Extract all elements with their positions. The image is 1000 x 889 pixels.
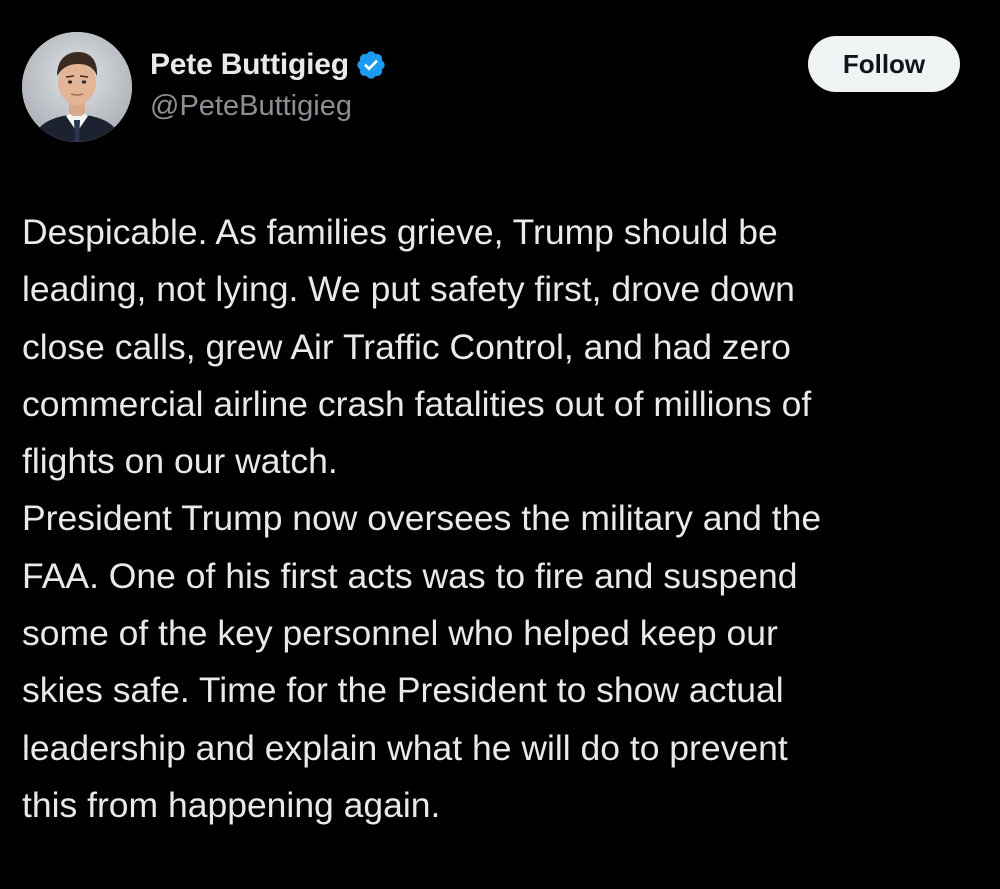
- tweet-text-line: President Trump now oversees the militar…: [22, 498, 822, 539]
- tweet-text-line: leading, not lying. We put safety first,…: [22, 269, 795, 310]
- tweet-text: Despicable. As families grieve, Trump sh…: [22, 204, 982, 834]
- tweet-text-line: Despicable. As families grieve, Trump sh…: [22, 212, 778, 252]
- tweet-text-line: some of the key personnel who helped kee…: [22, 613, 778, 654]
- tweet-card: Pete Buttigieg @PeteButtigieg Follow Des…: [0, 0, 1000, 889]
- tweet-text-line: this from happening again.: [22, 784, 441, 825]
- tweet-text-line: close calls, grew Air Traffic Control, a…: [22, 326, 791, 367]
- tweet-text-line: flights on our watch.: [22, 441, 338, 482]
- profile-photo-icon: [22, 32, 132, 142]
- tweet-text-line: commercial airline crash fatalities out …: [22, 383, 812, 424]
- tweet-header: Pete Buttigieg @PeteButtigieg Follow: [22, 32, 960, 144]
- follow-button[interactable]: Follow: [808, 36, 960, 92]
- avatar[interactable]: [22, 32, 132, 142]
- tweet-text-line: skies safe. Time for the President to sh…: [22, 670, 784, 711]
- tweet-text-line: leadership and explain what he will do t…: [22, 727, 788, 768]
- author-info: Pete Buttigieg @PeteButtigieg: [150, 44, 387, 123]
- name-row: Pete Buttigieg: [150, 44, 387, 86]
- author-handle[interactable]: @PeteButtigieg: [150, 90, 387, 123]
- verified-badge-icon[interactable]: [355, 49, 387, 81]
- tweet-text-line: FAA. One of his first acts was to fire a…: [22, 555, 798, 596]
- display-name[interactable]: Pete Buttigieg: [150, 48, 349, 82]
